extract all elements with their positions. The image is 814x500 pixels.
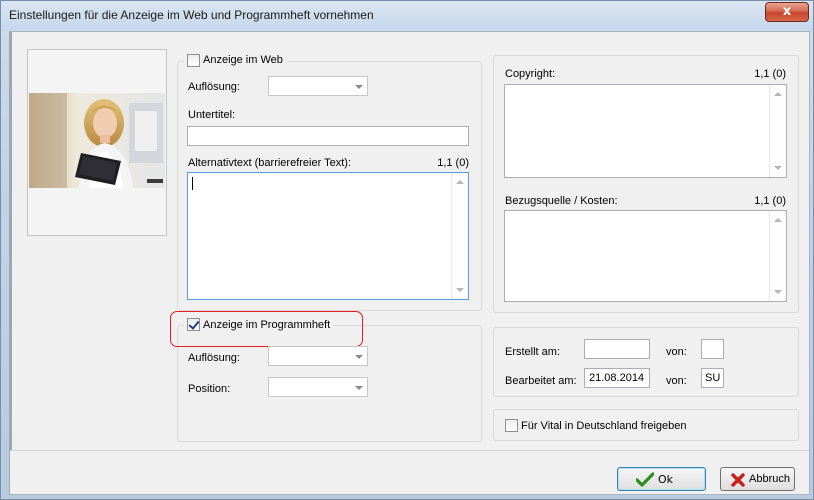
created-by-label: von:	[666, 346, 687, 358]
web-resolution-label: Auflösung:	[188, 81, 240, 93]
copyright-label: Copyright:	[505, 68, 556, 80]
scroll-down-icon[interactable]	[456, 288, 464, 292]
window-edge	[9, 31, 12, 495]
source-scrollbar[interactable]	[769, 211, 786, 301]
chevron-down-icon	[355, 355, 363, 359]
ok-label: Ok	[658, 473, 674, 486]
edited-label: Bearbeitet am:	[505, 375, 577, 387]
vital-release-label: Für Vital in Deutschland freigeben	[521, 420, 687, 432]
subtitle-label: Untertitel:	[188, 109, 236, 121]
close-button[interactable]: x	[765, 2, 809, 22]
source-counter: 1,1 (0)	[754, 195, 786, 207]
created-by-input[interactable]	[701, 339, 724, 359]
ok-button[interactable]: Ok	[617, 467, 706, 491]
subtitle-input[interactable]	[187, 126, 469, 146]
created-label: Erstellt am:	[505, 346, 561, 358]
scroll-up-icon[interactable]	[774, 92, 782, 96]
image-preview-panel	[27, 49, 167, 236]
program-resolution-dropdown[interactable]	[268, 346, 368, 366]
checkmark-icon	[636, 472, 654, 487]
copyright-scrollbar[interactable]	[769, 85, 786, 177]
scroll-down-icon[interactable]	[774, 290, 782, 294]
alt-text-scrollbar[interactable]	[451, 173, 468, 299]
edited-date-input[interactable]: 21.08.2014	[584, 368, 650, 388]
close-icon: x	[782, 4, 792, 19]
alt-text-counter: 1,1 (0)	[437, 157, 469, 169]
edited-date-value: 21.08.2014	[589, 372, 645, 384]
scroll-up-icon[interactable]	[456, 180, 464, 184]
web-resolution-dropdown[interactable]	[268, 76, 368, 96]
window-title: Einstellungen für die Anzeige im Web und…	[9, 8, 374, 22]
alt-text-label: Alternativtext (barrierefreier Text):	[188, 157, 352, 169]
scroll-up-icon[interactable]	[774, 218, 782, 222]
scroll-down-icon[interactable]	[774, 166, 782, 170]
position-dropdown[interactable]	[268, 377, 368, 397]
chevron-down-icon	[355, 386, 363, 390]
program-resolution-label: Auflösung:	[188, 352, 240, 364]
web-display-label: Anzeige im Web	[203, 54, 283, 66]
created-date-input[interactable]	[584, 339, 650, 359]
cancel-label: Abbruch	[749, 473, 790, 485]
source-textarea[interactable]	[504, 210, 787, 302]
edited-by-value: SU	[705, 372, 721, 384]
alt-text-textarea[interactable]	[187, 172, 469, 300]
photo-thumbnail-image	[29, 93, 165, 188]
copyright-counter: 1,1 (0)	[754, 68, 786, 80]
text-caret	[192, 177, 193, 190]
copyright-textarea[interactable]	[504, 84, 787, 178]
vital-release-checkbox[interactable]	[505, 419, 518, 432]
cancel-button[interactable]: Abbruch	[720, 467, 795, 491]
highlight-annotation	[170, 311, 363, 347]
source-label: Bezugsquelle / Kosten:	[505, 195, 618, 207]
position-label: Position:	[188, 383, 231, 395]
edited-by-label: von:	[666, 375, 687, 387]
cross-icon	[731, 473, 745, 487]
edited-by-input[interactable]: SU	[701, 368, 724, 388]
chevron-down-icon	[355, 85, 363, 89]
web-display-checkbox[interactable]	[187, 54, 200, 67]
